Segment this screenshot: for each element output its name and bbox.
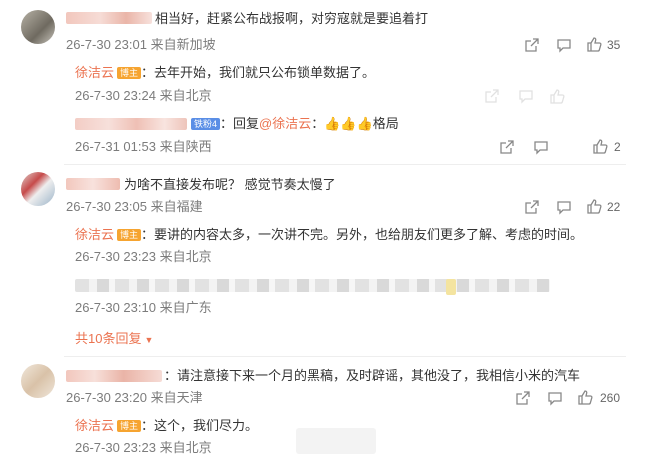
reply-body: ：要讲的内容太多，一次讲不完。另外，也给朋友们更多了解、考虑的时间。 <box>141 227 584 242</box>
reply-text: 徐洁云 博主 ：要讲的内容太多，一次讲不完。另外，也给朋友们更多了解、考虑的时间。 <box>75 227 583 243</box>
like-count: 35 <box>607 38 621 52</box>
reply-meta: 26-7-30 23:10 来自广东 <box>75 300 212 315</box>
share-icon[interactable] <box>484 88 500 104</box>
more-replies-link[interactable]: 共10条回复 ▼ <box>75 331 153 348</box>
thumbs-up-icon[interactable] <box>592 138 608 154</box>
comment-icon[interactable] <box>547 390 563 406</box>
reply-meta: 26-7-30 23:23 来自北京 <box>75 440 212 455</box>
share-icon[interactable] <box>515 390 531 406</box>
avatar[interactable] <box>21 172 55 206</box>
username[interactable] <box>66 12 152 24</box>
reply-author[interactable]: 徐洁云 <box>75 227 114 242</box>
comment-meta: 26-7-30 23:01 来自新加坡 <box>66 37 216 52</box>
avatar[interactable] <box>21 10 55 44</box>
reply-meta: 26-7-30 23:24 来自北京 <box>75 88 212 103</box>
reply-text: 铁粉4 ：回复@徐洁云：👍👍👍格局 <box>191 116 399 132</box>
comment-meta: 26-7-30 23:20 来自天津 <box>66 390 203 405</box>
reply-meta: 26-7-31 01:53 来自陕西 <box>75 139 212 154</box>
reply-suffix: ：👍👍👍格局 <box>311 116 399 131</box>
reply-author[interactable]: 徐洁云 <box>75 418 114 433</box>
reply-text: 徐洁云 博主 ：这个，我们尽力。 <box>75 418 258 434</box>
blurred-reply-content <box>75 279 550 292</box>
username[interactable] <box>66 178 120 190</box>
reply-body: ：这个，我们尽力。 <box>141 418 259 433</box>
username[interactable] <box>66 370 162 382</box>
author-badge: 博主 <box>117 67 142 79</box>
thumbs-up-icon[interactable] <box>586 36 602 52</box>
reply-text: 徐洁云 博主 ：去年开始，我们就只公布锁单数据了。 <box>75 65 375 81</box>
comment-text: ：请注意接下来一个月的黑稿，及时辟谣，其他没了，我相信小米的汽车 <box>164 368 581 383</box>
reply-username[interactable] <box>75 118 187 130</box>
share-icon[interactable] <box>524 199 540 215</box>
comment-icon[interactable] <box>556 37 572 53</box>
thumbs-up-icon[interactable] <box>586 198 602 214</box>
thumbs-up-icon[interactable] <box>577 389 593 405</box>
comment-text: 为啥不直接发布呢？ 感觉节奏太慢了 <box>124 177 336 192</box>
comment-text: 相当好，赶紧公布战报啊，对穷寇就是要追着打 <box>155 11 429 26</box>
divider <box>64 356 626 357</box>
avatar[interactable] <box>21 364 55 398</box>
author-badge: 博主 <box>117 420 142 432</box>
reply-author[interactable]: 徐洁云 <box>75 65 114 80</box>
fan-badge: 铁粉4 <box>191 118 221 130</box>
share-icon[interactable] <box>499 139 515 155</box>
reply-meta: 26-7-30 23:23 来自北京 <box>75 249 212 264</box>
reply-body: ：去年开始，我们就只公布锁单数据了。 <box>141 65 376 80</box>
comment-icon[interactable] <box>556 199 572 215</box>
mention-link[interactable]: @徐洁云 <box>259 116 311 131</box>
like-count: 260 <box>600 391 621 405</box>
like-count: 2 <box>614 140 621 154</box>
reply-prefix: ：回复 <box>220 116 260 131</box>
like-count: 22 <box>607 200 621 214</box>
share-icon[interactable] <box>524 37 540 53</box>
watermark <box>296 428 376 454</box>
comment-icon[interactable] <box>518 88 534 104</box>
comment-meta: 26-7-30 23:05 来自福建 <box>66 199 203 214</box>
more-replies-label: 共10条回复 <box>75 331 142 346</box>
chevron-down-icon: ▼ <box>144 335 154 345</box>
blurred-emoji <box>446 279 456 295</box>
divider <box>64 164 626 165</box>
comment-icon[interactable] <box>533 139 549 155</box>
author-badge: 博主 <box>117 229 142 241</box>
thumbs-up-icon[interactable] <box>549 88 565 104</box>
